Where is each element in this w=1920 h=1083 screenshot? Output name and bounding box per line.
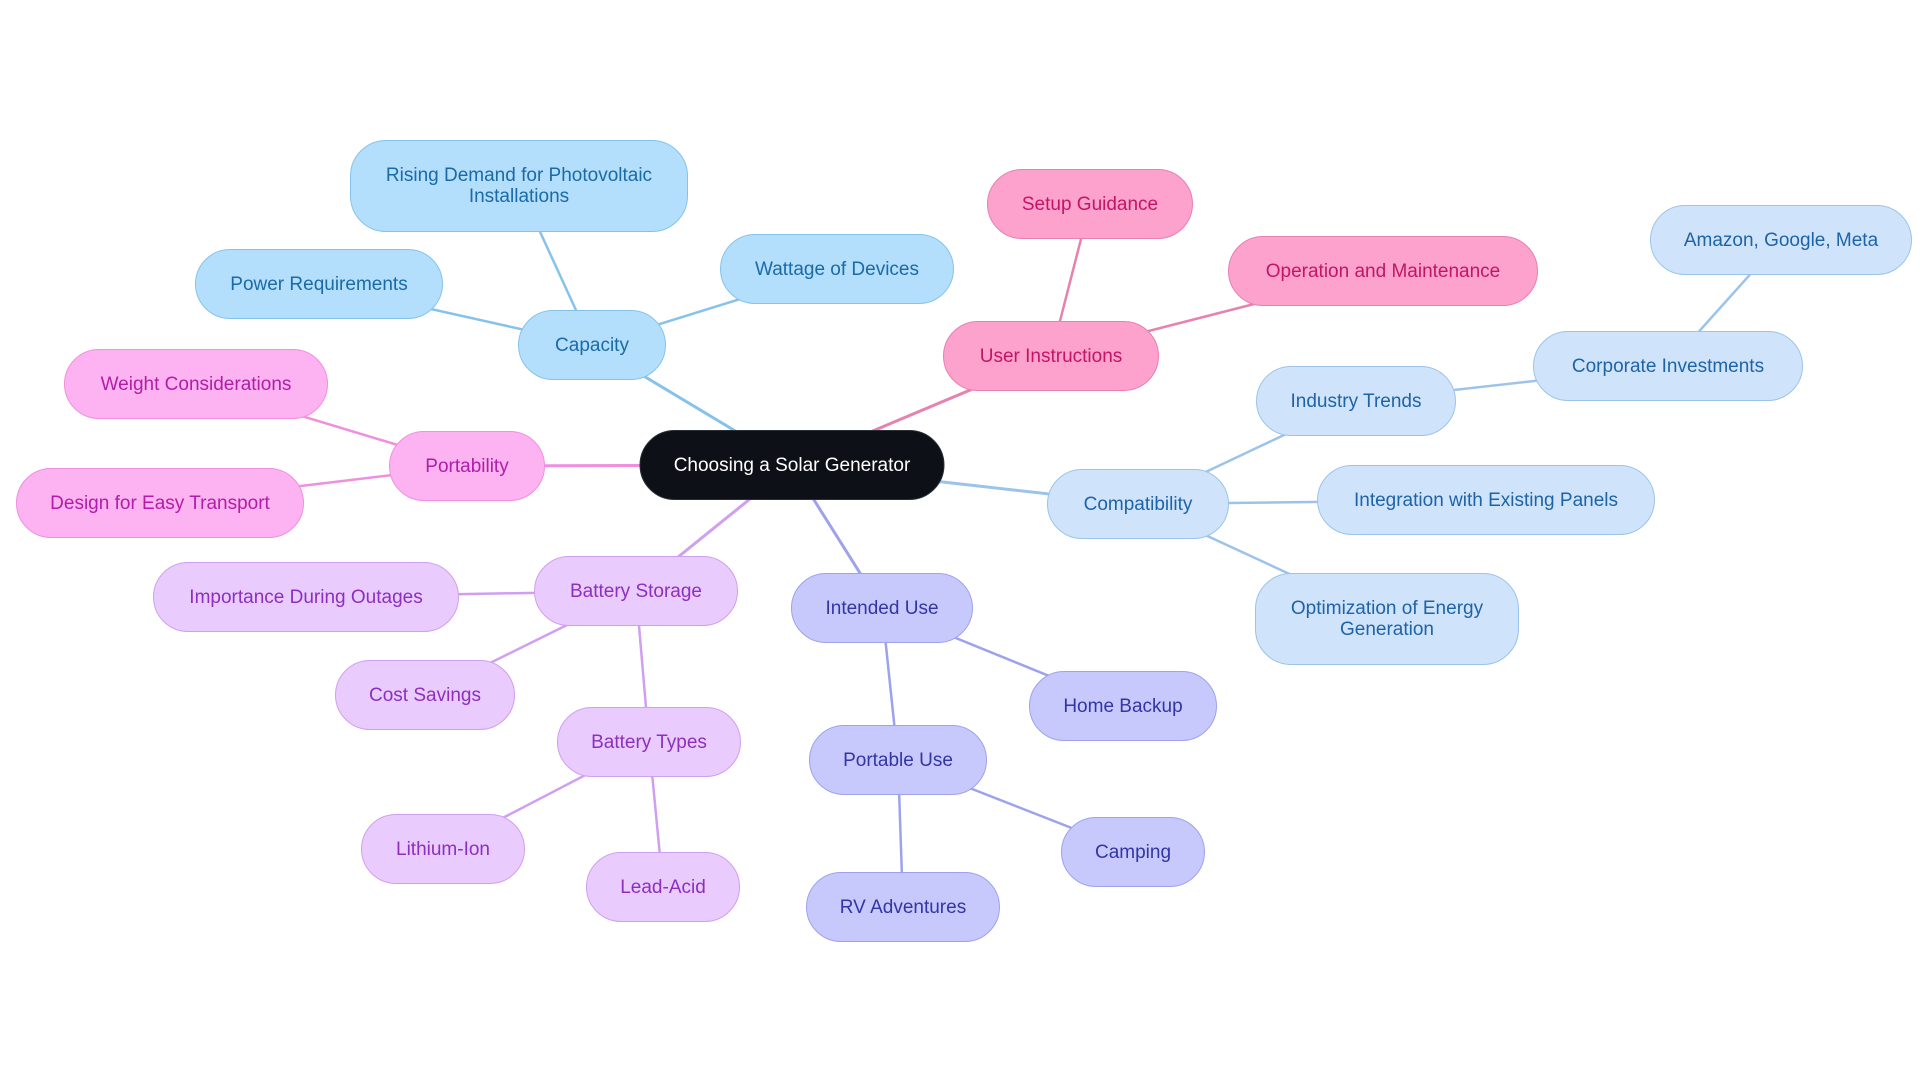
node-optimization-of-energy-generation[interactable]: Optimization of Energy Generation — [1255, 573, 1519, 665]
node-portable-use[interactable]: Portable Use — [809, 725, 987, 795]
node-wattage-of-devices[interactable]: Wattage of Devices — [720, 234, 954, 304]
node-portability[interactable]: Portability — [389, 431, 545, 501]
node-capacity[interactable]: Capacity — [518, 310, 666, 380]
node-integration-with-existing-panels[interactable]: Integration with Existing Panels — [1317, 465, 1655, 535]
node-amazon-google-meta[interactable]: Amazon, Google, Meta — [1650, 205, 1912, 275]
node-lithium-ion[interactable]: Lithium-Ion — [361, 814, 525, 884]
node-lead-acid[interactable]: Lead-Acid — [586, 852, 740, 922]
node-battery-storage[interactable]: Battery Storage — [534, 556, 738, 626]
node-root[interactable]: Choosing a Solar Generator — [639, 430, 945, 500]
node-battery-types[interactable]: Battery Types — [557, 707, 741, 777]
node-importance-during-outages[interactable]: Importance During Outages — [153, 562, 459, 632]
node-compatibility[interactable]: Compatibility — [1047, 469, 1229, 539]
node-corporate-investments[interactable]: Corporate Investments — [1533, 331, 1803, 401]
node-camping[interactable]: Camping — [1061, 817, 1205, 887]
node-intended-use[interactable]: Intended Use — [791, 573, 973, 643]
node-home-backup[interactable]: Home Backup — [1029, 671, 1217, 741]
node-setup-guidance[interactable]: Setup Guidance — [987, 169, 1193, 239]
node-cost-savings[interactable]: Cost Savings — [335, 660, 515, 730]
node-operation-and-maintenance[interactable]: Operation and Maintenance — [1228, 236, 1538, 306]
node-industry-trends[interactable]: Industry Trends — [1256, 366, 1456, 436]
node-user-instructions[interactable]: User Instructions — [943, 321, 1159, 391]
node-design-for-easy-transport[interactable]: Design for Easy Transport — [16, 468, 304, 538]
node-rising-demand[interactable]: Rising Demand for Photovoltaic Installat… — [350, 140, 688, 232]
node-power-requirements[interactable]: Power Requirements — [195, 249, 443, 319]
node-weight-considerations[interactable]: Weight Considerations — [64, 349, 328, 419]
node-rv-adventures[interactable]: RV Adventures — [806, 872, 1000, 942]
